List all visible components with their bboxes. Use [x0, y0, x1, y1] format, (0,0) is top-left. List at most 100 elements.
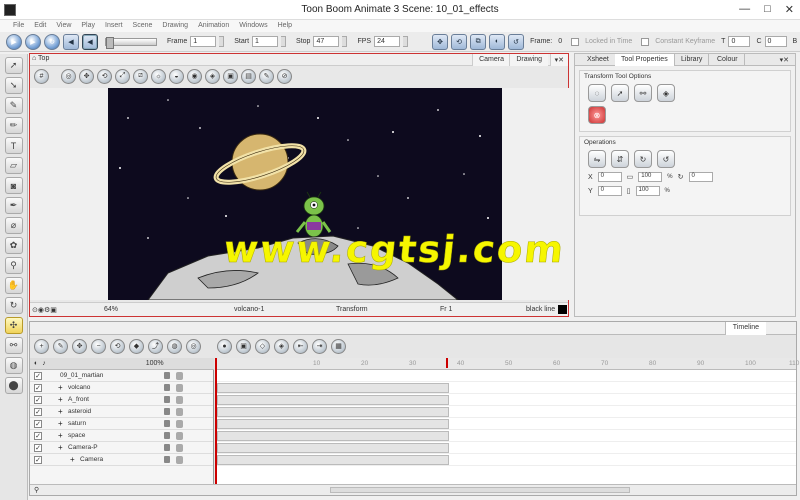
drawing-icon[interactable]	[176, 395, 183, 404]
track-row[interactable]	[215, 454, 796, 466]
layer-row[interactable]: ✓ + asteroid	[30, 406, 213, 418]
layer-row[interactable]: ✓ 09_01_martian	[30, 370, 213, 382]
exposure-bar[interactable]	[217, 395, 449, 405]
loop-icon[interactable]: ↻	[44, 33, 60, 50]
eraser-icon[interactable]: ▱	[4, 157, 23, 174]
x-field[interactable]: 0	[597, 172, 622, 182]
playback-speed-slider[interactable]	[105, 36, 157, 49]
bone-select-icon[interactable]: ⚯	[634, 84, 652, 102]
light-table-icon[interactable]: ☼	[151, 68, 166, 84]
exposure-bar[interactable]	[217, 431, 449, 441]
scale-icon[interactable]: ⤢	[115, 68, 130, 84]
expand-icon[interactable]: +	[58, 419, 63, 428]
exposure-bar[interactable]	[217, 419, 449, 429]
menu-view[interactable]: View	[51, 20, 76, 32]
brush-icon[interactable]: ✎	[4, 97, 23, 114]
play-sound-icon[interactable]: ▶	[25, 33, 41, 50]
drawing-icon[interactable]	[176, 455, 183, 464]
key-remove-icon[interactable]: ◈	[274, 338, 289, 354]
paint-bucket-icon[interactable]: ◙	[4, 177, 23, 194]
rotate-peg-icon[interactable]: ⟲	[97, 68, 112, 84]
exposure-bar[interactable]	[217, 455, 449, 465]
add-drawing-icon[interactable]: ✎	[53, 338, 68, 354]
drawing-icon[interactable]	[176, 419, 183, 428]
layer-row[interactable]: ✓ + Camera-P	[30, 442, 213, 454]
layer-visible-checkbox[interactable]: ✓	[34, 371, 42, 380]
start-field[interactable]: 1	[252, 36, 279, 47]
expand-icon[interactable]: +	[58, 383, 63, 392]
right-panel-menu-icon[interactable]: ▾✕	[774, 54, 795, 66]
lock-icon[interactable]	[164, 420, 170, 427]
zoom-label[interactable]: 100%	[146, 360, 164, 367]
timeline-scrollbar[interactable]	[330, 487, 630, 493]
ease-icon[interactable]: ⤴	[148, 338, 163, 354]
layer-visible-checkbox[interactable]: ✓	[34, 419, 42, 428]
tab-timeline[interactable]: Timeline	[724, 322, 766, 335]
dropper-icon[interactable]: ⌀	[4, 217, 23, 234]
hand-tool-icon[interactable]: ✋	[4, 277, 23, 294]
track-row[interactable]	[215, 370, 796, 382]
menu-drawing[interactable]: Drawing	[157, 20, 193, 32]
lock-icon[interactable]	[164, 444, 170, 451]
layer-row[interactable]: ✓ + Camera	[30, 454, 213, 466]
menu-play[interactable]: Play	[76, 20, 100, 32]
menu-animation[interactable]: Animation	[193, 20, 234, 32]
tab-xsheet[interactable]: Xsheet	[581, 54, 616, 66]
layer-visible-checkbox[interactable]: ✓	[34, 455, 42, 464]
track-row[interactable]	[215, 406, 796, 418]
fps-field[interactable]: 24	[374, 36, 401, 47]
c-field[interactable]: 0	[764, 36, 787, 47]
brush-view-icon[interactable]: ✎	[259, 68, 274, 84]
start-spinner[interactable]	[281, 36, 287, 47]
track-row[interactable]	[215, 382, 796, 394]
timeline-zoom-icon[interactable]: ⚲	[34, 486, 39, 494]
playhead[interactable]	[215, 358, 217, 485]
locked-in-time-checkbox[interactable]	[571, 37, 580, 46]
layer-visible-checkbox[interactable]: ✓	[34, 431, 42, 440]
stop-field[interactable]: 47	[313, 36, 340, 47]
fill-icon[interactable]: ▦	[331, 338, 346, 354]
transform-icon[interactable]: ⧉	[470, 33, 487, 50]
keyframe-icon[interactable]: ◆	[129, 338, 144, 354]
reset-view-icon[interactable]: ⊘	[277, 68, 292, 84]
lock-icon[interactable]	[164, 456, 170, 463]
minimize-button[interactable]: —	[739, 3, 750, 16]
drawing-icon[interactable]	[176, 383, 183, 392]
flip-vertical-icon[interactable]: ⇵	[611, 150, 629, 168]
select-tool-icon[interactable]: ➚	[4, 57, 23, 74]
panel-menu-icon[interactable]: ▾✕	[549, 54, 568, 66]
y-field[interactable]: 0	[597, 186, 622, 196]
play-icon[interactable]: ▶	[6, 33, 22, 50]
tab-tool-properties[interactable]: Tool Properties	[615, 54, 675, 66]
layer-row[interactable]: ✓ + volcano	[30, 382, 213, 394]
add-layer-icon[interactable]: +	[34, 338, 49, 354]
onion-icon[interactable]: ◎	[61, 68, 76, 84]
close-button[interactable]: ✕	[785, 3, 794, 16]
exposure-bar[interactable]	[217, 443, 449, 453]
sound-icon[interactable]: ◐	[34, 360, 38, 367]
track-row[interactable]	[215, 442, 796, 454]
menu-insert[interactable]: Insert	[100, 20, 128, 32]
exposure-bar[interactable]	[217, 407, 449, 417]
key-add-icon[interactable]: ◇	[255, 338, 270, 354]
layer-visible-checkbox[interactable]: ✓	[34, 443, 42, 452]
layer-row[interactable]: ✓ + space	[30, 430, 213, 442]
zoom-level[interactable]: 64%	[104, 306, 118, 313]
peg-select-icon[interactable]: ➚	[611, 84, 629, 102]
exposure-bar[interactable]	[217, 383, 449, 393]
stop-motion-icon[interactable]: ◍	[167, 338, 182, 354]
drawing-icon[interactable]	[176, 443, 183, 452]
drawing-icon[interactable]	[176, 371, 183, 380]
expand-icon[interactable]: +	[70, 455, 75, 464]
rotate-90-ccw-icon[interactable]: ↺	[657, 150, 675, 168]
expand-icon[interactable]: +	[58, 407, 63, 416]
scale-y-field[interactable]: 100	[635, 186, 660, 196]
bone-icon[interactable]: ⚯	[4, 337, 23, 354]
layer-row[interactable]: ✓ + A_front	[30, 394, 213, 406]
animate-icon[interactable]: ↺	[508, 33, 525, 50]
grid-icon[interactable]: #	[34, 68, 49, 84]
pencil-icon[interactable]: ✏	[4, 117, 23, 134]
contour-editor-icon[interactable]: ➘	[4, 77, 23, 94]
morph-icon[interactable]: ✿	[4, 237, 23, 254]
key-next-icon[interactable]: ⇥	[312, 338, 327, 354]
